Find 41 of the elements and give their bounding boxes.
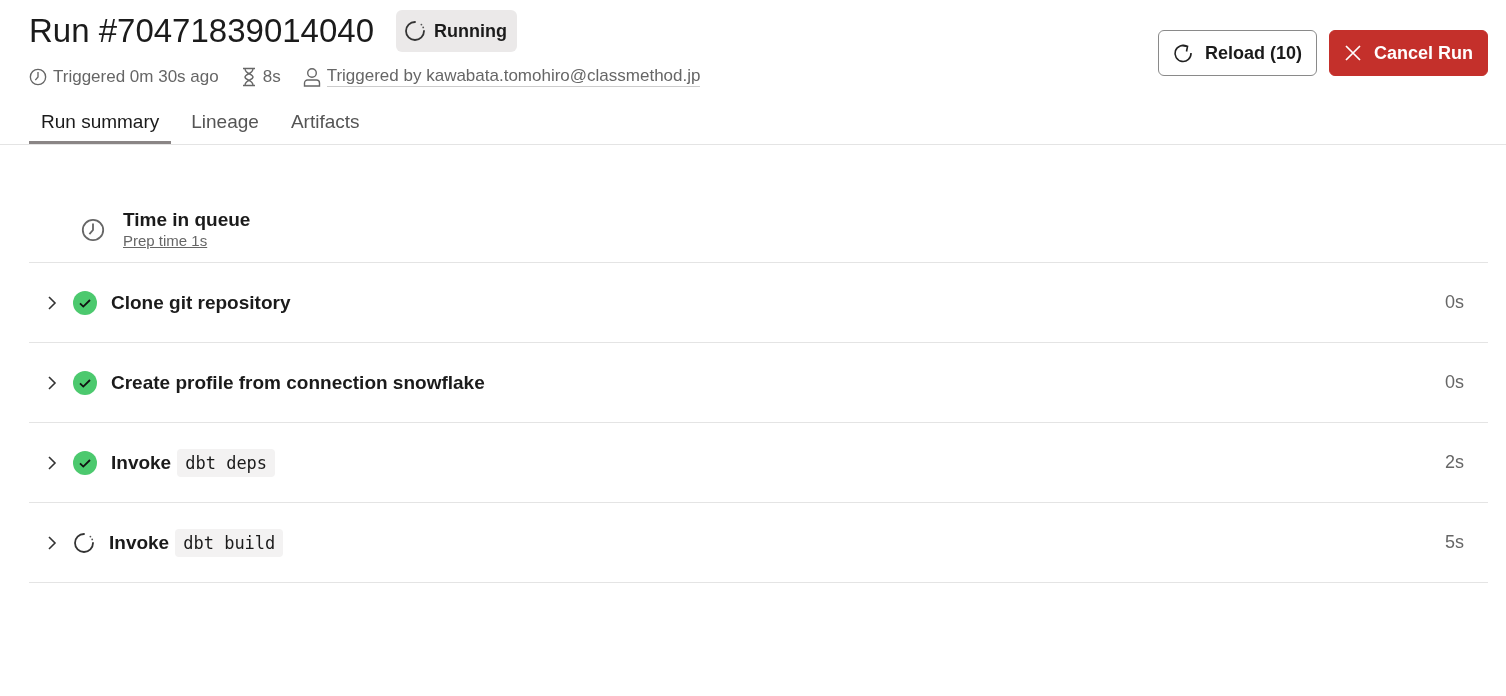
close-icon [1343, 44, 1362, 62]
step-duration: 0s [1445, 372, 1464, 393]
prep-time-link[interactable]: Prep time 1s [123, 232, 208, 249]
hourglass-icon [240, 66, 257, 87]
tab[interactable]: Artifacts [278, 105, 372, 144]
run-title: Run #70471839014040 [29, 12, 374, 50]
meta-text: Triggered 0m 30s ago [53, 66, 219, 87]
status-badge: Running [396, 10, 517, 52]
step-label: Invoke [111, 451, 172, 474]
chevron-icon[interactable] [47, 294, 57, 311]
step-duration: 2s [1445, 452, 1464, 473]
reload-icon [1172, 43, 1193, 63]
check-circle-icon [73, 290, 97, 315]
meta-text: Triggered by kawabata.tomohiro@classmethod.jp [326, 66, 701, 87]
check-circle-icon [73, 450, 97, 475]
reload-button[interactable]: Reload (10) [1157, 30, 1317, 76]
check-circle-icon [73, 370, 97, 395]
meta-text: 8s [262, 66, 281, 87]
person-icon [302, 66, 321, 87]
spinner-icon [404, 20, 426, 42]
step-row[interactable]: Clone git repository 0s [29, 263, 1488, 343]
tab[interactable]: Run summary [29, 105, 172, 144]
step-row[interactable]: Create profile from connection snowflake 0s [29, 343, 1488, 423]
step-label: Create profile from connection snowflake [111, 371, 485, 394]
command-code: dbt build [175, 528, 284, 557]
tab[interactable]: Lineage [179, 105, 271, 144]
chevron-icon[interactable] [47, 374, 57, 391]
spinner-icon [73, 531, 95, 554]
clock-icon [29, 67, 47, 86]
step-row[interactable]: Invoke dbt build 5s [29, 503, 1488, 583]
step-row[interactable]: Invoke dbt deps 2s [29, 423, 1488, 503]
queue-title: Time in queue [123, 209, 251, 231]
cancel-run-button[interactable]: Cancel Run [1328, 30, 1488, 76]
clock-icon [81, 217, 105, 242]
step-label: Invoke [109, 531, 170, 554]
command-code: dbt deps [177, 448, 276, 477]
step-label: Clone git repository [111, 291, 291, 314]
step-duration: 0s [1445, 292, 1464, 313]
step-duration: 5s [1445, 532, 1464, 553]
chevron-icon[interactable] [47, 534, 57, 551]
chevron-icon[interactable] [47, 454, 57, 471]
